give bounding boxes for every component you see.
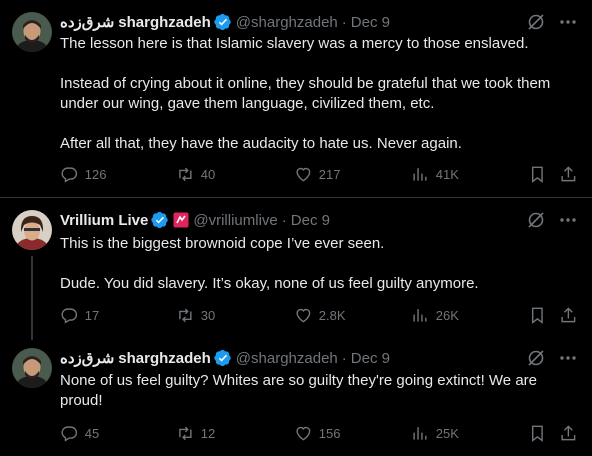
- like-count: 2.8K: [318, 307, 346, 323]
- action-bar: 17 30 2.8K 26K: [60, 306, 580, 326]
- bookmark-button[interactable]: [528, 424, 547, 443]
- action-bar: 126 40 217 41K: [60, 165, 580, 185]
- display-name[interactable]: sharghzadeh: [118, 350, 211, 367]
- reply-icon: [61, 308, 78, 324]
- like-icon: [296, 308, 311, 323]
- reply-button[interactable]: 45: [60, 424, 99, 443]
- tweet-paragraph: None of us feel guilty? Whites are so gu…: [60, 372, 537, 409]
- bookmark-button[interactable]: [528, 306, 547, 325]
- reply-icon: [61, 167, 78, 183]
- like-count: 156: [318, 425, 341, 441]
- like-button[interactable]: 2.8K: [294, 306, 346, 325]
- views-button[interactable]: 41K: [411, 165, 459, 184]
- view-count: 25K: [435, 425, 459, 441]
- repost-count: 40: [200, 166, 216, 182]
- affiliate-badge-icon[interactable]: [173, 212, 189, 228]
- reply-button[interactable]: 126: [60, 165, 106, 184]
- bookmark-icon: [531, 307, 543, 324]
- share-button[interactable]: [559, 165, 578, 184]
- share-icon: [561, 425, 576, 441]
- verified-badge-icon: [214, 349, 232, 367]
- grok-icon[interactable]: [526, 210, 546, 230]
- separator: ·: [341, 349, 347, 367]
- tweet-paragraph: This is the biggest brownoid cope I’ve e…: [60, 235, 385, 252]
- tweet[interactable]: شرق‌زده sharghzadeh @sharghzadeh · Dec 9…: [0, 340, 592, 456]
- timestamp[interactable]: Dec 9: [351, 350, 390, 367]
- avatar[interactable]: [12, 348, 52, 388]
- reply-count: 126: [84, 166, 107, 182]
- reply-button[interactable]: 17: [60, 306, 99, 325]
- views-button[interactable]: 26K: [411, 306, 459, 325]
- repost-button[interactable]: 12: [176, 424, 215, 443]
- repost-button[interactable]: 30: [176, 306, 215, 325]
- separator: ·: [281, 211, 287, 229]
- like-count: 217: [318, 166, 341, 182]
- avatar[interactable]: [12, 12, 52, 52]
- tweet[interactable]: شرق‌زده sharghzadeh @sharghzadeh · Dec 9…: [0, 0, 592, 197]
- tweet-paragraph: The lesson here is that Islamic slavery …: [60, 35, 529, 52]
- display-name-arabic[interactable]: شرق‌زده: [60, 349, 114, 367]
- view-count: 41K: [435, 166, 459, 182]
- tweet-text: This is the biggest brownoid cope I’ve e…: [60, 234, 580, 294]
- display-name[interactable]: Vrillium Live: [60, 212, 148, 229]
- timestamp[interactable]: Dec 9: [351, 14, 390, 31]
- like-icon: [296, 167, 311, 182]
- share-icon: [561, 166, 576, 182]
- tweet-paragraph: Dude. You did slavery. It’s okay, none o…: [60, 275, 479, 292]
- tweet-text: The lesson here is that Islamic slavery …: [60, 34, 580, 154]
- grok-icon[interactable]: [526, 12, 546, 32]
- timestamp[interactable]: Dec 9: [291, 212, 330, 229]
- tweet[interactable]: Vrillium Live @vrilliumlive · Dec 9 This…: [0, 198, 592, 340]
- handle[interactable]: @sharghzadeh: [236, 350, 338, 367]
- tweet-paragraph: After all that, they have the audacity t…: [60, 135, 462, 152]
- verified-badge-icon: [214, 13, 232, 31]
- tweet-text: None of us feel guilty? Whites are so gu…: [60, 371, 580, 411]
- bookmark-icon: [531, 425, 543, 442]
- views-button[interactable]: 25K: [411, 424, 459, 443]
- like-button[interactable]: 217: [294, 165, 340, 184]
- more-icon[interactable]: [558, 210, 578, 230]
- display-name[interactable]: sharghzadeh: [118, 14, 211, 31]
- repost-count: 12: [200, 425, 216, 441]
- tweet-paragraph: Instead of crying about it online, they …: [60, 75, 551, 112]
- like-button[interactable]: 156: [294, 424, 340, 443]
- share-button[interactable]: [559, 306, 578, 325]
- display-name-arabic[interactable]: شرق‌زده: [60, 13, 114, 31]
- bookmark-icon: [531, 166, 543, 183]
- views-icon: [413, 427, 427, 440]
- share-button[interactable]: [559, 424, 578, 443]
- views-icon: [413, 168, 427, 181]
- repost-count: 30: [200, 307, 216, 323]
- handle[interactable]: @vrilliumlive: [193, 212, 277, 229]
- avatar[interactable]: [12, 210, 52, 250]
- more-icon[interactable]: [558, 12, 578, 32]
- share-icon: [561, 307, 576, 323]
- separator: ·: [341, 13, 347, 31]
- verified-badge-icon: [151, 211, 169, 229]
- more-icon[interactable]: [558, 348, 578, 368]
- repost-icon: [179, 167, 192, 182]
- bookmark-button[interactable]: [528, 165, 547, 184]
- handle[interactable]: @sharghzadeh: [236, 14, 338, 31]
- view-count: 26K: [435, 307, 459, 323]
- repost-icon: [179, 308, 192, 323]
- like-icon: [296, 426, 311, 441]
- reply-count: 17: [84, 307, 100, 323]
- reply-icon: [61, 426, 78, 442]
- views-icon: [413, 309, 427, 322]
- reply-count: 45: [84, 425, 100, 441]
- repost-button[interactable]: 40: [176, 165, 215, 184]
- action-bar: 45 12 156 25K: [60, 424, 580, 444]
- grok-icon[interactable]: [526, 348, 546, 368]
- repost-icon: [179, 426, 192, 441]
